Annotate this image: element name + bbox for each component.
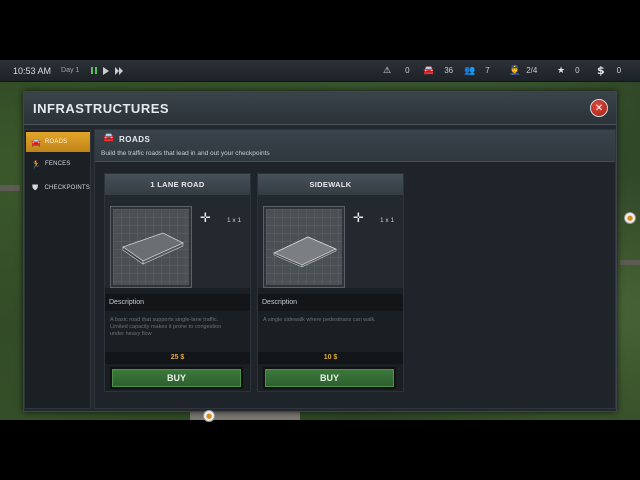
- buy-button[interactable]: BUY: [263, 367, 396, 389]
- sidewalk-tile-preview: [263, 206, 345, 288]
- move-icon[interactable]: ✛: [353, 211, 364, 226]
- item-description: A single sidewalk where pedestrians can …: [263, 317, 376, 323]
- pause-icon[interactable]: [91, 67, 98, 74]
- sidebar-item-checkpoints[interactable]: ⛊ CHECKPOINTS: [26, 178, 90, 198]
- window-title: INFRASTRUCTURES: [33, 101, 170, 116]
- hud-stat-value: 0: [616, 66, 622, 75]
- sidebar-item-label: FENCES: [45, 161, 71, 167]
- running-person-icon: 🏃: [31, 159, 42, 169]
- sidebar-item-roads[interactable]: 🚘 ROADS: [26, 132, 90, 152]
- car-icon: 🚘: [103, 133, 115, 143]
- road-tile-preview: [110, 206, 192, 288]
- speed-controls: [91, 66, 124, 75]
- description-label: Description: [105, 294, 250, 311]
- hud-stat-value: 0: [405, 66, 410, 75]
- infrastructures-window: INFRASTRUCTURES ✕ 🚘 ROADS 🏃 FENCES ⛊ CHE…: [23, 91, 617, 412]
- item-price: 25 $: [105, 352, 250, 364]
- item-preview-area: ✛ 1 x 1: [105, 195, 250, 288]
- sidebar-item-fences[interactable]: 🏃 FENCES: [26, 154, 90, 174]
- car-icon: 🚘: [423, 65, 435, 76]
- letterbox-top: [0, 0, 640, 60]
- map-road: [0, 185, 20, 191]
- staff-icon: 👮: [509, 65, 521, 76]
- item-size: 1 x 1: [227, 217, 242, 224]
- category-title: ROADS: [119, 135, 151, 144]
- play-icon[interactable]: [103, 66, 110, 75]
- car-icon: 🚘: [31, 137, 42, 147]
- category-sidebar: 🚘 ROADS 🏃 FENCES ⛊ CHECKPOINTS: [24, 129, 91, 409]
- game-clock: 10:53 AM: [13, 65, 52, 76]
- category-header: 🚘 ROADS Build the traffic roads that lea…: [95, 130, 615, 162]
- letterbox-bottom: [0, 420, 640, 480]
- category-content: 🚘 ROADS Build the traffic roads that lea…: [94, 129, 616, 409]
- hud-stat-value: 2/4: [526, 66, 538, 75]
- item-card-1-lane-road: 1 LANE ROAD ✛ 1 x 1 Description A basic …: [104, 173, 251, 392]
- buy-button[interactable]: BUY: [110, 367, 243, 389]
- money-icon: $: [597, 64, 605, 77]
- item-preview-area: ✛ 1 x 1: [258, 195, 403, 288]
- hud-stat-pedestrians[interactable]: 👥 7: [464, 66, 490, 76]
- top-hud-bar: 10:53 AM Day 1 ⚠ 0 🚘 36 👥 7 👮 2/4 ★ 0 $ …: [0, 60, 640, 82]
- item-name: SIDEWALK: [258, 174, 403, 195]
- fast-forward-icon[interactable]: [115, 66, 124, 75]
- day-counter: Day 1: [61, 67, 80, 74]
- hud-stat-rating[interactable]: ★ 0: [557, 66, 580, 76]
- map-marker-icon[interactable]: ●: [624, 212, 636, 224]
- window-header: INFRASTRUCTURES ✕: [24, 92, 616, 125]
- hud-stat-value: 0: [575, 66, 580, 75]
- item-description: A basic road that supports single-lane t…: [110, 317, 222, 337]
- move-icon[interactable]: ✛: [200, 211, 211, 226]
- description-label: Description: [258, 294, 403, 311]
- hud-stat-warnings[interactable]: ⚠ 0: [383, 66, 410, 76]
- warning-icon: ⚠: [383, 65, 392, 76]
- hud-stat-cars[interactable]: 🚘 36: [423, 66, 453, 76]
- hud-stat-value: 36: [444, 66, 454, 75]
- hud-stat-money[interactable]: $ 0: [597, 64, 621, 77]
- pedestrians-icon: 👥: [464, 65, 476, 76]
- item-price: 10 $: [258, 352, 403, 364]
- badge-icon: ⛊: [32, 183, 39, 192]
- item-card-sidewalk: SIDEWALK ✛ 1 x 1 Description A single si…: [257, 173, 404, 392]
- close-icon[interactable]: ✕: [590, 99, 608, 117]
- category-subtitle: Build the traffic roads that lead in and…: [101, 150, 270, 157]
- item-size: 1 x 1: [380, 217, 395, 224]
- item-name: 1 LANE ROAD: [105, 174, 250, 195]
- hud-stat-staff[interactable]: 👮 2/4: [509, 66, 537, 76]
- star-icon: ★: [557, 65, 566, 76]
- hud-stat-value: 7: [485, 66, 490, 75]
- map-road: [620, 260, 640, 265]
- sidebar-item-label: CHECKPOINTS: [44, 185, 90, 191]
- sidebar-item-label: ROADS: [45, 139, 68, 145]
- map-marker-icon[interactable]: ●: [203, 410, 215, 422]
